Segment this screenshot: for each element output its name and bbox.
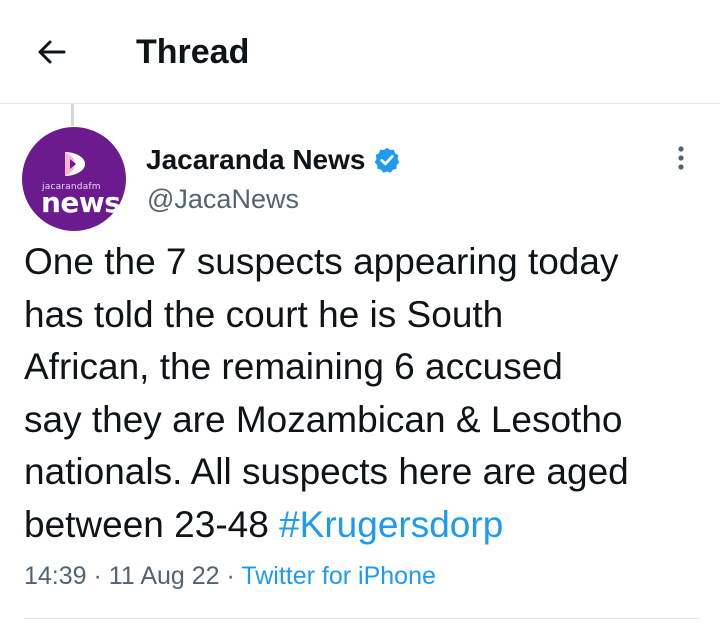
tweet-text-line-5: nationals. All suspects here are aged bbox=[24, 451, 629, 492]
tweet-date[interactable]: 11 Aug 22 bbox=[109, 562, 220, 590]
tweet-metadata: 14:39 · 11 Aug 22 · Twitter for iPhone bbox=[24, 560, 436, 592]
author-handle[interactable]: @JacaNews bbox=[147, 184, 299, 215]
author-display-name[interactable]: Jacaranda News bbox=[146, 144, 365, 176]
tweet-text-line-1: One the 7 suspects appearing today bbox=[24, 241, 619, 282]
tweet-text-line-3: African, the remaining 6 accused bbox=[24, 346, 563, 387]
verified-badge-icon bbox=[373, 146, 401, 174]
avatar[interactable]: jacarandafm news bbox=[22, 127, 126, 231]
author-name-row: Jacaranda News bbox=[146, 143, 401, 177]
meta-separator: · bbox=[226, 562, 235, 590]
more-options-button[interactable] bbox=[666, 142, 696, 178]
tweet-text: One the 7 suspects appearing today has t… bbox=[24, 236, 714, 551]
thread-connector-line bbox=[71, 104, 74, 126]
avatar-brand-text: news bbox=[41, 186, 121, 219]
tweet-source-link[interactable]: Twitter for iPhone bbox=[241, 562, 436, 590]
arrow-left-icon bbox=[36, 39, 66, 70]
top-bar: Thread bbox=[0, 0, 720, 104]
page-title: Thread bbox=[136, 33, 250, 71]
jacaranda-logo-icon bbox=[61, 149, 89, 184]
divider bbox=[24, 618, 700, 619]
back-button[interactable] bbox=[24, 32, 78, 76]
hashtag-link[interactable]: #Krugersdorp bbox=[279, 504, 503, 545]
tweet-text-line-6: between 23-48 bbox=[24, 503, 280, 545]
meta-separator: · bbox=[93, 562, 102, 590]
tweet-text-line-4: say they are Mozambican & Lesotho bbox=[24, 398, 623, 440]
more-vertical-icon bbox=[677, 145, 685, 176]
tweet-time[interactable]: 14:39 bbox=[24, 562, 87, 590]
tweet-text-line-2: has told the court he is South bbox=[24, 293, 504, 335]
